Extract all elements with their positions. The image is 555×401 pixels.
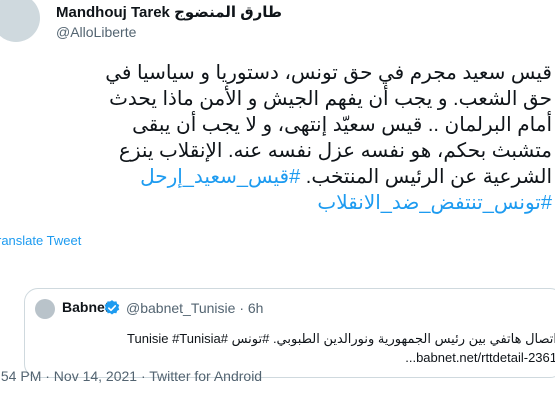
quoted-link[interactable]: babnet.net/rttdetail-2361...: [47, 348, 555, 367]
author-handle[interactable]: @AlloLiberte: [56, 24, 136, 40]
author-display-name[interactable]: Mandhouj Tarek طارق المنضوج: [56, 3, 282, 21]
quoted-handle-time: @babnet_Tunisie · 6h: [126, 300, 264, 316]
tweet-text: قيس سعيد مجرم في حق تونس، دستوريا و سياس…: [6, 60, 552, 216]
tweet-line: أمام البرلمان .. قيس سعيّد إنتهى، و لا ي…: [132, 114, 552, 136]
author-avatar[interactable]: [0, 0, 40, 42]
tweet-line: قيس سعيد مجرم في حق تونس، دستوريا و سياس…: [105, 62, 552, 84]
tweet-line: حق الشعب. و يجب أن يفهم الجيش و الأمن ما…: [109, 88, 552, 110]
tweet-timestamp-source[interactable]: :54 PM · Nov 14, 2021 · Twitter for Andr…: [0, 368, 262, 384]
hashtag-link[interactable]: #تونس_تنتفض_ضد_الانقلاب: [317, 192, 552, 214]
tweet-line: الشرعية عن الرئيس المنتخب. #قيس_سعيد_إرح…: [6, 164, 552, 190]
tweet-line: متشبث بحكم، هو نفسه عزل نفسه عنه. الإنقل…: [118, 140, 552, 162]
hashtag-link[interactable]: #قيس_سعيد_إرحل: [140, 166, 300, 188]
quoted-tweet-card[interactable]: Babnet @babnet_Tunisie · 6h اتصال هاتفي …: [24, 288, 555, 378]
tweet-line: #تونس_تنتفض_ضد_الانقلاب: [6, 190, 552, 216]
quoted-avatar: [35, 299, 55, 319]
quoted-text-line: اتصال هاتفي بين رئيس الجمهورية ونورالدين…: [127, 331, 555, 346]
tweet-line-text: الشرعية عن الرئيس المنتخب.: [300, 166, 552, 188]
quoted-tweet-text: اتصال هاتفي بين رئيس الجمهورية ونورالدين…: [47, 329, 555, 367]
translate-tweet-link[interactable]: ranslate Tweet: [0, 233, 81, 248]
verified-badge-icon: [104, 300, 120, 315]
